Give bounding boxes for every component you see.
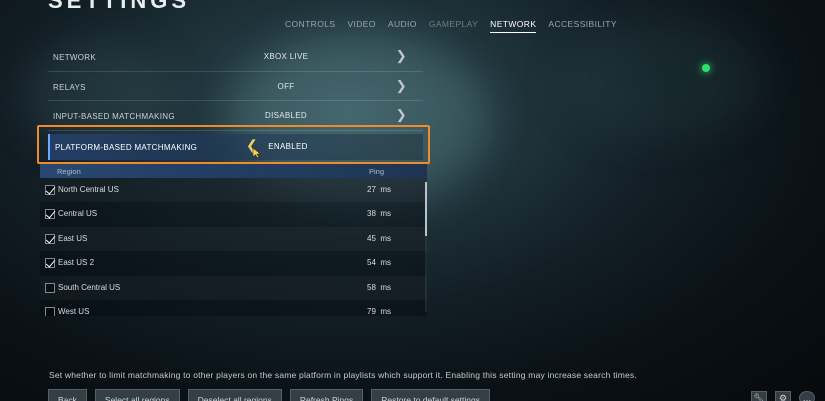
chevron-right-icon[interactable]: ❯	[396, 107, 407, 123]
setting-label: RELAYS	[53, 82, 86, 92]
region-ping: 38 ms	[367, 209, 392, 219]
setting-label: NETWORK	[53, 53, 96, 62]
checkbox-icon[interactable]	[45, 258, 55, 269]
tab-accessibility[interactable]: ACCESSIBILITY	[548, 19, 617, 33]
region-name: West US	[58, 306, 90, 316]
region-row-east-us[interactable]: East US 45 ms	[40, 227, 427, 251]
setting-value: XBOX LIVE	[263, 52, 309, 61]
background-glow	[560, 20, 760, 140]
setting-platform-based-matchmaking[interactable]: PLATFORM-BASED MATCHMAKING ❮ ENABLED	[48, 134, 423, 160]
checkbox-icon[interactable]	[45, 306, 55, 316]
region-name: North Central US	[58, 185, 119, 194]
setting-input-based-matchmaking[interactable]: INPUT-BASED MATCHMAKING DISABLED ❯	[48, 101, 423, 131]
region-row-east-us-2[interactable]: East US 2 54 ms	[40, 251, 427, 275]
refresh-pings-button[interactable]: Refresh Pings	[289, 389, 364, 401]
region-name: South Central US	[58, 282, 121, 292]
tab-gameplay[interactable]: GAMEPLAY	[429, 19, 478, 33]
region-row-north-central-us[interactable]: North Central US 27 ms	[40, 178, 427, 202]
region-ping: 45 ms	[367, 233, 392, 243]
region-scrollbar[interactable]	[425, 182, 427, 236]
region-list-panel: Region Ping North Central US 27 ms Centr…	[40, 164, 427, 316]
settings-tabs: CONTROLS VIDEO AUDIO GAMEPLAY NETWORK AC…	[285, 19, 629, 33]
ping-column-header: Ping	[369, 167, 385, 176]
page-title: SETTINGS	[48, 0, 191, 13]
tab-controls[interactable]: CONTROLS	[285, 19, 335, 33]
setting-network[interactable]: NETWORK XBOX LIVE ❯	[48, 42, 423, 72]
network-settings-list: NETWORK XBOX LIVE ❯ RELAYS OFF ❯ INPUT-B…	[48, 42, 423, 131]
setting-label: INPUT-BASED MATCHMAKING	[53, 112, 175, 121]
restore-defaults-button[interactable]: Restore to default settings	[371, 389, 490, 401]
region-name: East US 2	[58, 258, 95, 268]
setting-value: OFF	[277, 81, 295, 91]
gear-icon[interactable]: ⚙	[775, 391, 791, 401]
region-ping: 54 ms	[367, 258, 392, 268]
chevron-right-icon[interactable]: ❯	[396, 48, 407, 64]
setting-value: DISABLED	[265, 111, 307, 120]
select-all-regions-button[interactable]: Select all regions	[94, 389, 180, 401]
region-name: East US	[58, 233, 88, 243]
checkbox-icon[interactable]	[45, 282, 55, 293]
mouse-cursor-icon	[252, 147, 262, 159]
region-ping: 79 ms	[367, 306, 392, 316]
footer-buttons: Back Select all regions Deselect all reg…	[48, 389, 498, 401]
chevron-right-icon[interactable]: ❯	[396, 78, 407, 94]
region-list[interactable]: North Central US 27 ms Central US 38 ms …	[40, 178, 427, 316]
region-row-central-us[interactable]: Central US 38 ms	[40, 202, 427, 226]
region-list-header: Region Ping	[40, 164, 427, 178]
checkbox-icon[interactable]	[45, 233, 55, 244]
checkbox-icon[interactable]	[45, 209, 55, 220]
tab-audio[interactable]: AUDIO	[388, 19, 417, 33]
setting-description: Set whether to limit matchmaking to othe…	[49, 370, 637, 380]
region-ping: 58 ms	[367, 282, 392, 292]
region-name: Central US	[58, 209, 98, 219]
checkbox-icon[interactable]	[45, 185, 55, 195]
region-row-south-central-us[interactable]: South Central US 58 ms	[40, 276, 427, 300]
setting-label: PLATFORM-BASED MATCHMAKING	[55, 143, 198, 152]
deselect-all-regions-button[interactable]: Deselect all regions	[187, 389, 282, 401]
tab-network[interactable]: NETWORK	[490, 19, 537, 33]
region-column-header: Region	[57, 167, 81, 176]
region-ping: 27 ms	[367, 185, 392, 194]
setting-relays[interactable]: RELAYS OFF ❯	[48, 72, 423, 101]
tab-video[interactable]: VIDEO	[347, 19, 375, 33]
green-light	[702, 64, 710, 72]
wrench-icon[interactable]: 🔧︎	[751, 391, 767, 401]
region-row-west-us[interactable]: West US 79 ms	[40, 300, 427, 316]
chat-icon[interactable]: …	[799, 391, 815, 401]
back-button[interactable]: Back	[48, 389, 87, 401]
